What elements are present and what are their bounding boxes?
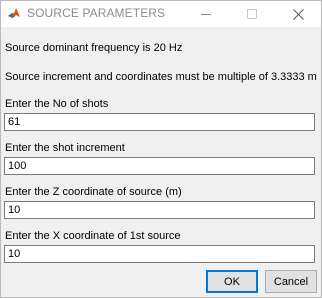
title-bar[interactable]: SOURCE PARAMETERS — [1, 1, 321, 27]
x-coordinate-label: Enter the X coordinate of 1st source — [5, 230, 181, 242]
shot-increment-input[interactable] — [4, 157, 315, 175]
close-button[interactable] — [275, 1, 321, 27]
matlab-icon — [7, 6, 21, 20]
ok-button[interactable]: OK — [206, 270, 258, 293]
frequency-info: Source dominant frequency is 20 Hz — [5, 42, 183, 54]
increment-info: Source increment and coordinates must be… — [5, 71, 317, 83]
minimize-button[interactable] — [183, 1, 229, 27]
x-coordinate-input[interactable] — [4, 245, 315, 263]
z-coordinate-label: Enter the Z coordinate of source (m) — [5, 186, 182, 198]
close-icon — [292, 8, 304, 20]
dialog-window: SOURCE PARAMETERS Source dominant freque… — [0, 0, 322, 298]
dialog-content: Source dominant frequency is 20 Hz Sourc… — [1, 27, 321, 297]
z-coordinate-input[interactable] — [4, 201, 315, 219]
cancel-button[interactable]: Cancel — [265, 270, 317, 293]
maximize-icon — [247, 9, 257, 19]
shot-increment-label: Enter the shot increment — [5, 142, 125, 154]
shots-label: Enter the No of shots — [5, 98, 109, 110]
minimize-icon — [201, 14, 211, 15]
maximize-button[interactable] — [229, 1, 275, 27]
shots-input[interactable] — [4, 113, 315, 131]
window-title: SOURCE PARAMETERS — [27, 6, 166, 20]
